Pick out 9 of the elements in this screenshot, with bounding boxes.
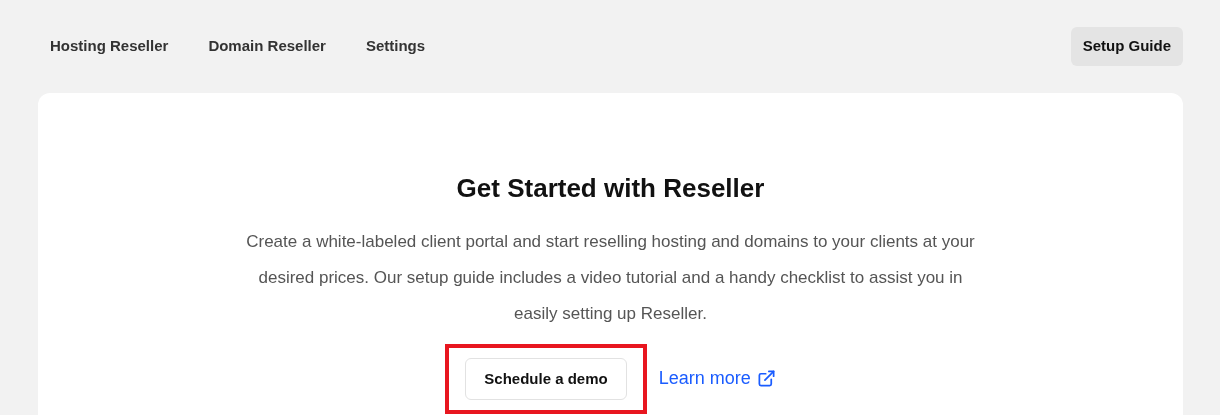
nav-tab[interactable]: Domain Reseller xyxy=(192,27,342,66)
external-link-icon xyxy=(756,369,776,389)
setup-guide-button[interactable]: Setup Guide xyxy=(1070,27,1183,66)
learn-more-link[interactable]: Learn more xyxy=(658,365,776,393)
schedule-demo-button[interactable]: Schedule a demo xyxy=(465,357,627,400)
card-title: Get Started with Reseller xyxy=(456,171,765,205)
description-text: Create a white-labeled client portal and start reselling hosting and domains to your clients at your desired prices. Our setup guide includes a video tutorial and a handy checklist to assist you in easily setting up Reseller. xyxy=(245,230,976,325)
nav-tab[interactable]: Hosting Reseller xyxy=(34,27,185,66)
nav-tab[interactable]: Settings xyxy=(349,27,442,66)
